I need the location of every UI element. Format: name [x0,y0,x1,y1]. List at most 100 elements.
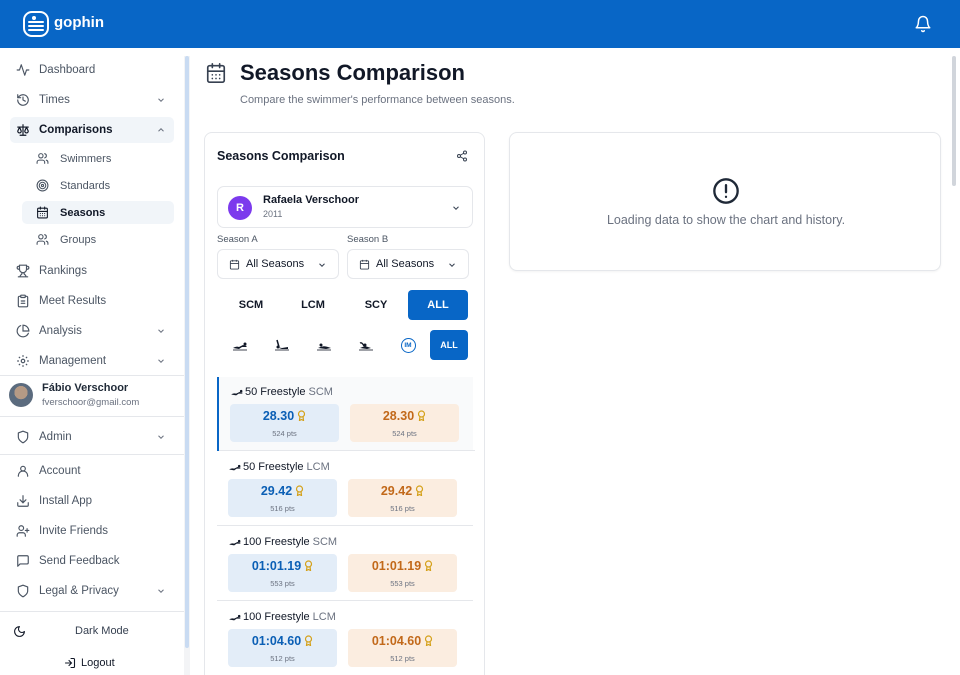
sidebar-item-dashboard[interactable]: Dashboard [10,57,174,83]
medal-icon [298,410,306,422]
time-value-wrap: 01:01.19 [348,559,457,573]
stroke-filter-all[interactable]: ALL [430,330,468,360]
sidebar-item-label: Analysis [39,325,82,337]
sidebar-subitem-label: Groups [60,233,97,246]
user-profile[interactable]: Fábio Verschoor fverschoor@gmail.com [8,380,178,416]
sidebar-item-management[interactable]: Management [10,348,174,374]
chevron-down-icon [453,206,459,210]
bell-icon[interactable] [914,15,932,33]
course-filter-scy[interactable]: SCY [346,290,406,320]
stroke-filter-im[interactable]: IM [389,330,427,360]
sidebar-item-analysis[interactable]: Analysis [10,318,174,344]
sidebar-divider [0,375,184,376]
share-icon[interactable] [456,150,468,162]
time-value: 28.30 [382,409,415,423]
trophy-icon [16,264,30,278]
scrollbar-thumb[interactable] [952,56,956,186]
season-b-select[interactable]: All Seasons [347,249,469,279]
sidebar-item-install-app[interactable]: Install App [10,488,174,514]
user-name: Fábio Verschoor [42,382,129,394]
season-b-time[interactable]: 29.42 516 pts [348,479,457,517]
card-title: Seasons Comparison [217,149,345,163]
logout-button[interactable]: Logout [64,657,115,669]
medal-icon [425,635,433,647]
season-a-label: Season A [217,234,258,245]
main-scrollbar[interactable] [950,56,958,675]
season-a-time[interactable]: 01:01.19 553 pts [228,554,337,592]
medal-icon [416,485,424,497]
target-icon [36,179,49,192]
sidebar-scrollbar[interactable] [184,56,190,675]
stroke-filter-breaststroke[interactable] [305,330,343,360]
sidebar-item-label: Rankings [39,265,87,277]
sidebar-subitem-swimmers[interactable]: Swimmers [22,147,174,170]
logout-label: Logout [81,657,115,669]
swimmer-select[interactable]: R Rafaela Verschoor 2011 [217,186,473,228]
season-a-time[interactable]: 28.30 524 pts [230,404,339,442]
event-row[interactable]: 100 Freestyle LCM 01:04.60 512 pts 01:04.… [217,602,473,675]
sidebar-item-rankings[interactable]: Rankings [10,258,174,284]
sidebar-item-send-feedback[interactable]: Send Feedback [10,548,174,574]
time-value: 29.42 [260,484,293,498]
event-course: LCM [312,611,336,623]
stroke-filter-butterfly[interactable] [347,330,385,360]
sidebar-subitem-seasons[interactable]: Seasons [22,201,174,224]
gophin-logo-icon[interactable] [23,11,49,37]
backstroke-icon [275,339,289,351]
calendar-icon [206,63,226,83]
season-a-time[interactable]: 29.42 516 pts [228,479,337,517]
page-subtitle: Compare the swimmer's performance betwee… [240,94,515,106]
clipboard-icon [17,294,29,308]
sidebar-item-label: Send Feedback [39,555,120,567]
chevron-down-icon [158,359,164,363]
sidebar-item-admin[interactable]: Admin [10,424,174,450]
stroke-filter-freestyle[interactable] [221,330,259,360]
course-filter-all[interactable]: ALL [408,290,468,320]
sidebar-subitem-standards[interactable]: Standards [22,174,174,197]
season-b-time[interactable]: 01:01.19 553 pts [348,554,457,592]
event-row[interactable]: 100 Freestyle SCM 01:01.19 553 pts 01:01.… [217,527,473,601]
im-icon: IM [400,337,416,353]
sidebar-subitem-label: Standards [60,179,111,192]
sidebar-item-label: Account [39,465,81,477]
season-b-time[interactable]: 28.30 524 pts [350,404,459,442]
time-value-wrap: 29.42 [348,484,457,498]
freestyle-icon [229,539,241,546]
sidebar-item-meet-results[interactable]: Meet Results [10,288,174,314]
sidebar-item-invite-friends[interactable]: Invite Friends [10,518,174,544]
season-b-time[interactable]: 01:04.60 512 pts [348,629,457,667]
sidebar: Dashboard Times Comparisons Swimmers Sta… [0,48,184,675]
event-course: LCM [306,461,330,473]
freestyle-icon [233,342,247,351]
sidebar-item-account[interactable]: Account [10,458,174,484]
time-value-wrap: 28.30 [230,409,339,423]
sidebar-item-label: Times [39,94,70,106]
course-filter-scm[interactable]: SCM [221,290,281,320]
season-a-time[interactable]: 01:04.60 512 pts [228,629,337,667]
history-icon [17,94,29,106]
stroke-filter-backstroke[interactable] [263,330,301,360]
sidebar-item-label: Management [39,355,107,367]
time-value: 29.42 [380,484,413,498]
user-icon [17,465,29,477]
event-row[interactable]: 50 Freestyle LCM 29.42 516 pts 29.42 516 … [217,452,473,526]
sidebar-item-label: Admin [39,431,72,443]
course-filter-lcm[interactable]: LCM [283,290,343,320]
sidebar-item-comparisons[interactable]: Comparisons [10,117,174,143]
sidebar-item-legal-privacy[interactable]: Legal & Privacy [10,578,174,604]
brand-name[interactable]: gophin [54,14,104,31]
time-value: 28.30 [262,409,295,423]
event-row[interactable]: 50 Freestyle SCM 28.30 524 pts 28.30 524 … [217,377,475,451]
sidebar-item-label: Install App [39,495,93,507]
sidebar-item-times[interactable]: Times [10,87,174,113]
season-a-value: All Seasons [246,258,305,270]
scrollbar-thumb[interactable] [185,56,189,648]
page-title: Seasons Comparison [240,60,465,85]
season-a-select[interactable]: All Seasons [217,249,339,279]
avatar [9,383,33,407]
dark-mode-toggle[interactable]: Dark Mode [10,620,174,644]
chevron-down-icon [158,329,164,333]
sidebar-subitem-groups[interactable]: Groups [22,228,174,251]
calendar-icon [229,259,240,270]
event-name: 100 Freestyle [243,611,310,623]
